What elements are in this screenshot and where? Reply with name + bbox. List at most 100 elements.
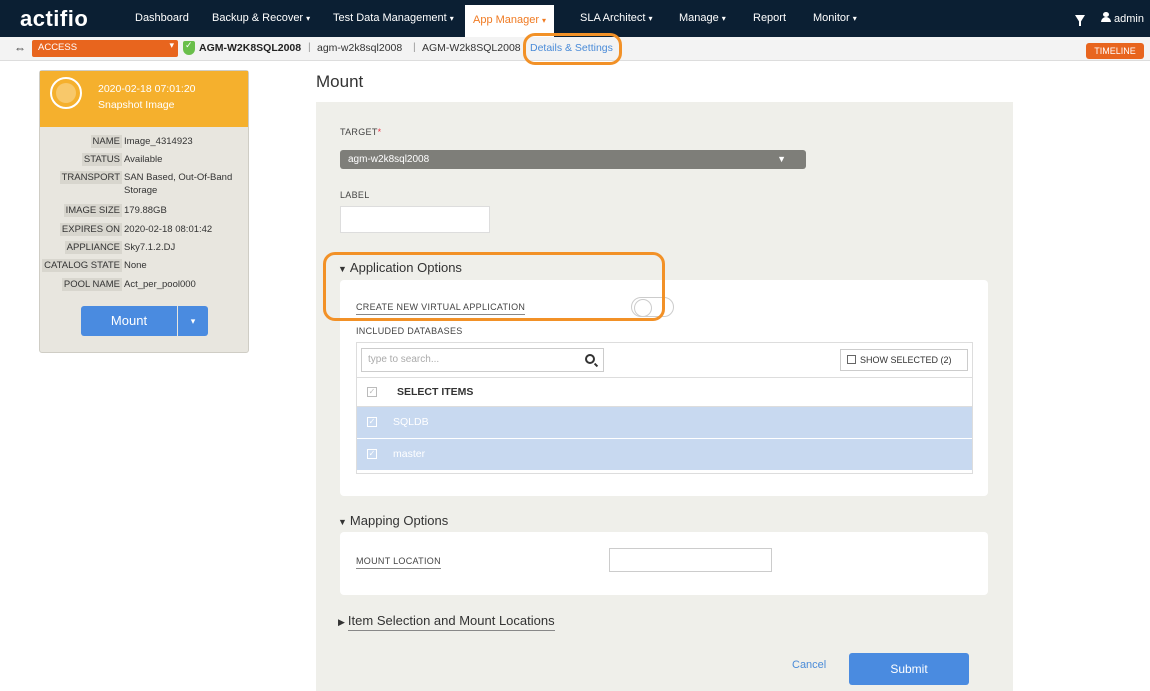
included-databases-label: INCLUDED DATABASES (356, 326, 463, 336)
mount-form-panel: TARGET* agm-w2k8sql2008 ▼ LABEL ▼ Applicat… (316, 102, 1013, 691)
prop-value: SAN Based, Out-Of-Band Storage (124, 172, 233, 196)
select-items-header: SELECT ITEMS (397, 386, 474, 398)
access-label: ACCESS (38, 42, 78, 53)
prop-key: TRANSPORT (59, 171, 122, 184)
nav-report[interactable]: Report (745, 0, 794, 37)
row-checkbox[interactable]: ✓ (367, 449, 377, 459)
chevron-down-icon: ▾ (169, 40, 174, 50)
prop-value: 2020-02-18 08:01:42 (124, 224, 213, 235)
label-field-label: LABEL (340, 190, 370, 200)
nav-label: Monitor (813, 12, 850, 24)
table-header: ✓ SELECT ITEMS (357, 377, 972, 407)
target-label: TARGET* (340, 127, 381, 137)
user-name: admin (1114, 13, 1144, 25)
show-selected-label: SHOW SELECTED (2) (860, 355, 952, 365)
item-selection-toggle[interactable]: ▶ Item Selection and Mount Locations (338, 613, 555, 631)
mapping-options-toggle[interactable]: ▼ Mapping Options (338, 513, 448, 528)
cancel-button[interactable]: Cancel (792, 659, 826, 671)
chevron-down-icon: ▾ (306, 14, 311, 23)
crumb-separator: | (413, 41, 416, 53)
nav-label: Test Data Management (333, 12, 447, 24)
crumb-separator: | (308, 41, 311, 53)
highlight-annotation (323, 252, 665, 321)
nav-label: Manage (679, 12, 719, 24)
snapshot-card: 2020-02-18 07:01:20 Snapshot Image NAME I… (39, 70, 249, 353)
select-all-checkbox[interactable]: ✓ (367, 387, 377, 397)
database-name: master (393, 448, 426, 460)
prop-value: Sky7.1.2.DJ (124, 242, 176, 253)
section-label: Item Selection and Mount Locations (347, 613, 555, 631)
prop-key: CATALOG STATE (42, 259, 122, 272)
nav-label: SLA Architect (580, 12, 646, 24)
database-table: type to search... SHOW SELECTED (2) ✓ SE… (356, 342, 973, 474)
prop-key: APPLIANCE (64, 241, 122, 254)
nav-manage[interactable]: Manage ▾ (671, 0, 734, 37)
mapping-options-box: MOUNT LOCATION (340, 532, 988, 595)
nav-test-data-management[interactable]: Test Data Management ▾ (325, 0, 462, 37)
mount-location-label: MOUNT LOCATION (356, 556, 441, 569)
mount-location-text: MOUNT LOCATION (356, 556, 441, 569)
target-select[interactable]: agm-w2k8sql2008 ▼ (340, 150, 806, 169)
mount-location-input[interactable] (609, 548, 772, 572)
search-input[interactable]: type to search... (361, 348, 604, 372)
user-icon (1100, 12, 1111, 22)
mount-button[interactable]: Mount (81, 306, 177, 336)
nav-right: admin (1074, 0, 1144, 37)
timeline-button[interactable]: TIMELINE (1086, 43, 1144, 59)
snapshot-type: Snapshot Image (98, 99, 175, 111)
chevron-down-icon: ▾ (852, 14, 857, 23)
submit-button[interactable]: Submit (849, 653, 969, 685)
section-label: Mapping Options (349, 513, 449, 528)
filter-icon[interactable] (1074, 14, 1085, 26)
label-input[interactable] (340, 206, 490, 233)
host-name[interactable]: agm-w2k8sql2008 (317, 42, 402, 54)
prop-value: None (124, 260, 147, 271)
snapshot-date: 2020-02-18 07:01:20 (98, 83, 196, 95)
back-forward-icon[interactable]: ⇔ (14, 41, 26, 55)
prop-key: STATUS (81, 153, 122, 166)
prop-key: IMAGE SIZE (63, 204, 122, 217)
checkbox-icon (847, 355, 856, 364)
prop-value: Available (124, 154, 163, 165)
card-header: 2020-02-18 07:01:20 Snapshot Image (40, 71, 248, 127)
chevron-down-icon: ▾ (721, 14, 726, 23)
prop-key: POOL NAME (61, 278, 122, 291)
page-title: Mount (316, 72, 364, 91)
nav-dashboard[interactable]: Dashboard (127, 0, 197, 37)
row-checkbox[interactable]: ✓ (367, 417, 377, 427)
actifio-logo[interactable]: actifio (20, 6, 88, 32)
search-placeholder: type to search... (368, 354, 440, 365)
prop-key: EXPIRES ON (59, 223, 122, 236)
chevron-down-icon: ▾ (190, 316, 196, 326)
nav-backup-recover[interactable]: Backup & Recover ▾ (204, 0, 318, 37)
triangle-down-icon: ▼ (338, 517, 347, 527)
required-marker: * (377, 127, 382, 137)
table-row[interactable]: ✓ SQLDB (357, 407, 972, 438)
chevron-down-icon: ▼ (777, 154, 786, 164)
chevron-down-icon: ▾ (648, 14, 653, 23)
access-select[interactable]: ACCESS ▾ (32, 40, 178, 57)
prop-value: Image_4314923 (124, 136, 193, 147)
target-label-text: TARGET (340, 127, 378, 137)
show-selected-checkbox[interactable]: SHOW SELECTED (2) (840, 349, 968, 371)
highlight-annotation (523, 33, 622, 65)
prop-value: Act_per_pool000 (124, 279, 196, 290)
mount-dropdown-button[interactable]: ▾ (178, 306, 208, 336)
chevron-down-icon: ▾ (449, 14, 454, 23)
nav-label: Backup & Recover (212, 12, 304, 24)
chevron-down-icon: ▾ (542, 16, 547, 25)
prop-key: NAME (90, 135, 122, 148)
app-name[interactable]: AGM-W2K8SQL2008 (199, 42, 301, 54)
nav-label: Report (753, 12, 787, 24)
nav-monitor[interactable]: Monitor ▾ (805, 0, 865, 37)
snapshot-icon (50, 77, 82, 109)
target-value: agm-w2k8sql2008 (348, 154, 430, 165)
user-menu[interactable]: admin (1100, 12, 1144, 25)
nav-label: Dashboard (135, 12, 189, 24)
appliance-name[interactable]: AGM-W2k8SQL2008 (422, 42, 521, 54)
search-icon[interactable] (585, 354, 595, 364)
nav-sla-architect[interactable]: SLA Architect ▾ (572, 0, 660, 37)
table-row[interactable]: ✓ master (357, 439, 972, 470)
shield-check-icon (183, 40, 195, 55)
triangle-right-icon: ▶ (338, 617, 345, 627)
